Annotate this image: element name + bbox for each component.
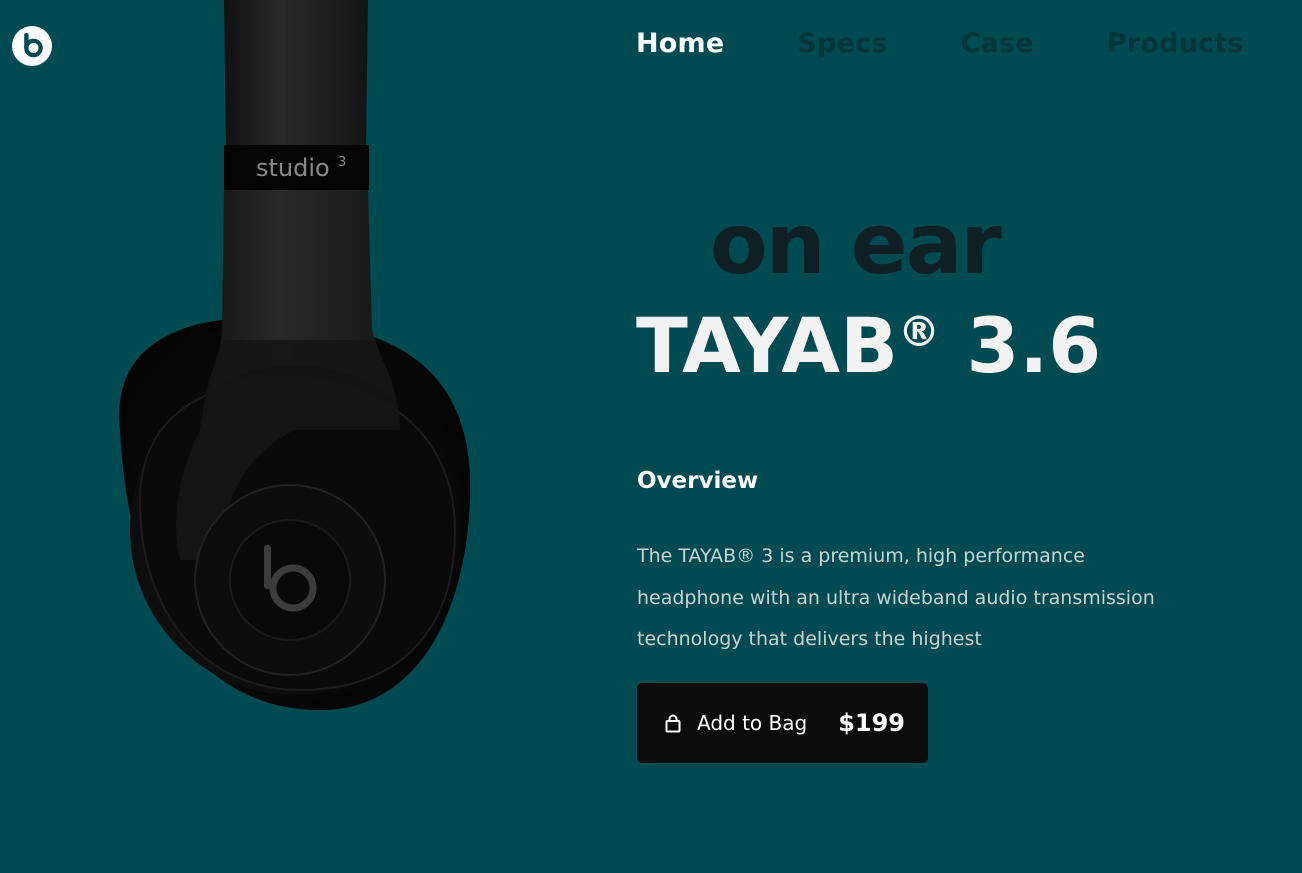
product-name: TAYAB [636, 301, 898, 390]
studio-label: studio [256, 154, 330, 182]
price-label: $199 [838, 709, 905, 737]
overview-heading: Overview [637, 468, 759, 494]
beats-logo-icon [12, 26, 52, 66]
product-title: TAYAB® 3.6 [636, 308, 1101, 384]
studio-superscript: 3 [338, 155, 346, 170]
main-nav: Home Specs Case Products [636, 28, 1244, 59]
shopping-bag-icon [665, 713, 681, 733]
product-version: 3.6 [966, 301, 1102, 390]
product-description: The TAYAB® 3 is a premium, high performa… [637, 545, 1155, 650]
nav-specs[interactable]: Specs [797, 28, 887, 59]
add-to-bag-button[interactable]: Add to Bag $199 [637, 683, 928, 763]
add-to-bag-label: Add to Bag [697, 711, 808, 735]
brand-logo[interactable] [11, 25, 53, 67]
nav-case[interactable]: Case [961, 28, 1034, 59]
hero-tagline: on ear [710, 195, 1002, 293]
nav-products[interactable]: Products [1107, 28, 1244, 59]
headphone-image: studio 3 [100, 0, 480, 720]
nav-home[interactable]: Home [636, 28, 724, 59]
registered-mark: ® [898, 307, 940, 356]
